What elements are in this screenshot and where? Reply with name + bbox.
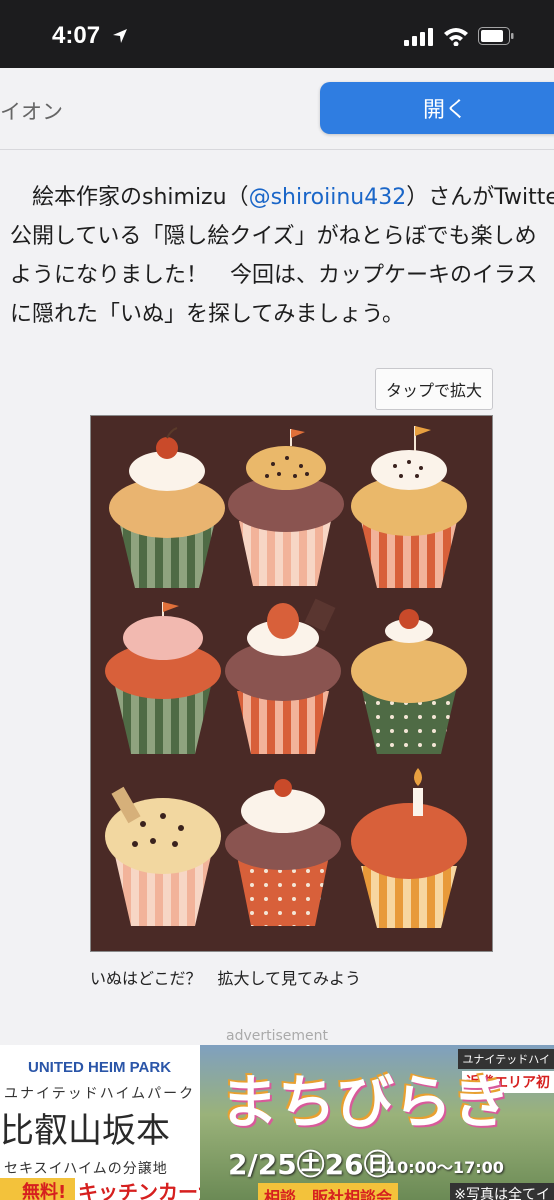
ad-time: 10:00〜17:00 (386, 1158, 504, 1177)
twitter-mention-link[interactable]: @shiroiinu432 (249, 185, 407, 210)
cupcake-6 (351, 609, 467, 754)
article-body: 絵本作家のshimizu（@shiroiinu432）さんがTwitter 公開… (0, 178, 554, 334)
cupcake-7 (105, 786, 221, 926)
ad-place-name: 比叡山坂本 (0, 1111, 170, 1151)
ad-free-badge: 無料! (0, 1178, 75, 1200)
cupcakes-image (105, 426, 467, 928)
ad-brand: UNITED HEIM PARK (28, 1059, 172, 1076)
tap-to-zoom-button[interactable]: タップで拡大 (375, 368, 493, 410)
location-arrow-icon (113, 29, 127, 43)
article-line-3: ようになりました！ 今回は、カップケーキのイラス (10, 263, 538, 288)
wifi-icon (444, 28, 468, 46)
open-app-button[interactable]: 開く (320, 82, 554, 134)
status-bar: 4:07 (0, 0, 554, 68)
cupcake-4 (105, 602, 221, 754)
ad-subtitle: セキスイハイムの分譲地 (4, 1161, 168, 1177)
app-banner: イオン 開く (0, 68, 554, 150)
signal-icon (404, 28, 433, 46)
banner-app-name: イオン (0, 100, 63, 124)
cupcake-5 (225, 598, 341, 754)
advertisement-banner[interactable]: UNITED HEIM PARK ユナイテッドハイムパーク 比叡山坂本 セキスイ… (0, 1045, 554, 1200)
cupcake-3 (351, 426, 467, 588)
ad-brand-kana: ユナイテッドハイムパーク (4, 1086, 196, 1102)
cupcake-illustration[interactable] (90, 415, 493, 952)
ad-photo-note: ※写真は全てイ (450, 1183, 554, 1200)
cupcake-1 (109, 427, 225, 588)
article-line-2: 公開している「隠し絵クイズ」がねとらぼでも楽しめ (10, 224, 537, 249)
article-line-4: に隠れた「いぬ」を探してみましょう。 (10, 302, 405, 327)
ad-title: まちびらき (220, 1068, 511, 1136)
illustration-caption: いぬはどこだ？ 拡大して見てみよう (90, 969, 362, 988)
cupcake-2 (228, 429, 344, 586)
cupcake-8 (225, 779, 341, 926)
advertisement-label: advertisement (225, 1028, 329, 1044)
cupcake-9 (351, 768, 467, 928)
status-time: 4:07 (52, 22, 101, 49)
ad-right-panel: ユナイテッドハイ 近畿エリア初 まちびらき 2/25㊏26㊐ 10:00〜17:… (200, 1045, 554, 1200)
ad-kitchen-text: キッチンカーが (78, 1180, 218, 1200)
ad-date: 2/25㊏26㊐ (228, 1148, 392, 1181)
battery-icon (478, 27, 514, 45)
ad-left-panel: UNITED HEIM PARK ユナイテッドハイムパーク 比叡山坂本 セキスイ… (0, 1045, 218, 1200)
article-line-1: 絵本作家のshimizu（@shiroiinu432）さんがTwitter (32, 185, 554, 210)
ad-bottom-badge: 相談 販社相談会 (258, 1183, 399, 1200)
